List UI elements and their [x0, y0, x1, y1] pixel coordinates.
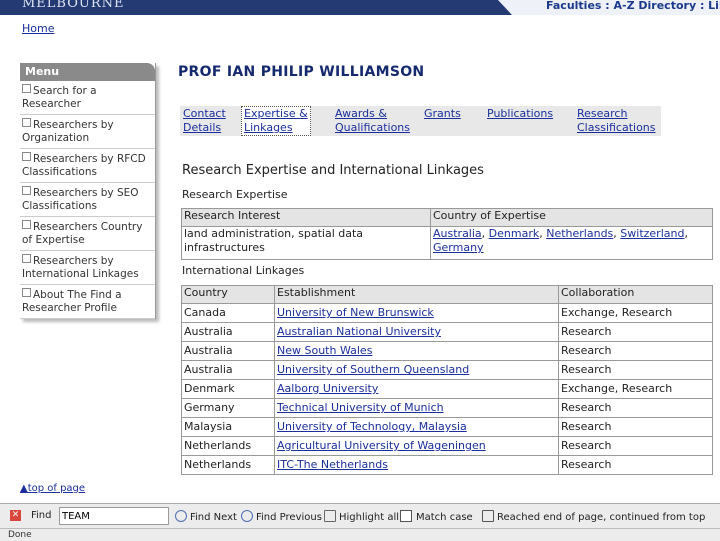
country-link[interactable]: Germany	[433, 241, 484, 254]
menu-item-organization[interactable]: Researchers by Organization	[20, 115, 155, 149]
establishment-link[interactable]: Aalborg University	[277, 382, 378, 395]
menu-item-rfcd[interactable]: Researchers by RFCD Classifications	[20, 149, 155, 183]
linkages-table: Country Establishment Collaboration Cana…	[181, 285, 713, 475]
checkbox-icon	[22, 84, 31, 93]
expertise-heading: Research Expertise	[182, 188, 288, 201]
tab-publications[interactable]: Publications	[487, 107, 553, 121]
country-link[interactable]: Australia	[433, 227, 482, 240]
checkbox-icon	[22, 288, 31, 297]
column-header: Collaboration	[558, 285, 713, 304]
highlight-all-button[interactable]: Highlight all	[324, 510, 399, 523]
highlight-icon	[324, 510, 336, 522]
research-interest-cell: land administration, spatial data infras…	[181, 226, 431, 260]
menu-item-country[interactable]: Researchers Country of Expertise	[20, 217, 155, 251]
menu-item-linkages[interactable]: Researchers by International Linkages	[20, 251, 155, 285]
checkbox-icon	[22, 152, 31, 161]
table-row: Malaysia University of Technology, Malays…	[181, 417, 713, 437]
find-input[interactable]	[59, 507, 169, 525]
expertise-table: Research Interest Country of Expertise l…	[181, 208, 713, 260]
table-row: Australia New South Wales Research	[181, 341, 713, 361]
table-row: Denmark Aalborg University Exchange, Resea…	[181, 379, 713, 399]
table-row: land administration, spatial data infras…	[181, 226, 713, 260]
country-link[interactable]: Switzerland	[620, 227, 684, 240]
country-link[interactable]: Denmark	[489, 227, 540, 240]
university-logo: MELBOURNE	[22, 0, 125, 11]
establishment-link[interactable]: ITC-The Netherlands	[277, 458, 388, 471]
find-previous-button[interactable]: Find Previous	[241, 510, 322, 523]
site-header: MELBOURNE Faculties : A-Z Directory : Li…	[0, 0, 720, 15]
establishment-link[interactable]: Agricultural University of Wageningen	[277, 439, 486, 452]
checkbox-icon	[22, 254, 31, 263]
country-cell: Australia, Denmark, Netherlands, Switzer…	[430, 226, 713, 260]
checkbox-icon	[400, 510, 412, 522]
status-bar: Done	[0, 528, 720, 541]
tab-expertise[interactable]: Expertise & Linkages	[241, 106, 311, 136]
checkbox-icon	[22, 220, 31, 229]
establishment-link[interactable]: University of New Brunswick	[277, 306, 434, 319]
header-nav-links[interactable]: Faculties : A-Z Directory : Lib	[546, 0, 720, 12]
page-title: PROF IAN PHILIP WILLIAMSON	[178, 64, 425, 80]
menu-item-about[interactable]: About The Find a Researcher Profile	[20, 285, 155, 319]
table-row: Netherlands ITC-The Netherlands Research	[181, 455, 713, 475]
arrow-up-icon	[241, 510, 253, 522]
establishment-link[interactable]: New South Wales	[277, 344, 372, 357]
profile-tabs: Contact Details Expertise & Linkages Award…	[180, 106, 661, 136]
tab-grants[interactable]: Grants	[424, 107, 461, 121]
establishment-link[interactable]: Australian National University	[277, 325, 441, 338]
find-next-button[interactable]: Find Next	[175, 510, 237, 523]
close-icon[interactable]: ✕	[10, 510, 21, 521]
table-row: Germany Technical University of Munich Res…	[181, 398, 713, 418]
arrow-down-icon	[175, 510, 187, 522]
checkbox-icon	[22, 186, 31, 195]
table-row: Netherlands Agricultural University of Wa…	[181, 436, 713, 456]
match-case-checkbox[interactable]: Match case	[400, 510, 473, 523]
establishment-link[interactable]: Technical University of Munich	[277, 401, 444, 414]
wrap-icon	[482, 510, 494, 522]
column-header: Research Interest	[181, 208, 431, 227]
section-title: Research Expertise and International Lin…	[182, 163, 484, 178]
country-link[interactable]: Netherlands	[546, 227, 613, 240]
table-row: Canada University of New Brunswick Exchang…	[181, 303, 713, 323]
tab-awards[interactable]: Awards & Qualifications	[335, 107, 410, 135]
checkbox-icon	[22, 118, 31, 127]
establishment-link[interactable]: University of Technology, Malaysia	[277, 420, 467, 433]
establishment-link[interactable]: University of Southern Queensland	[277, 363, 469, 376]
find-status: Reached end of page, continued from top	[482, 510, 705, 523]
top-of-page-link[interactable]: ▲top of page	[20, 483, 85, 494]
column-header: Country of Expertise	[430, 208, 713, 227]
tab-research-classifications[interactable]: Research Classifications	[577, 107, 656, 135]
column-header: Country	[181, 285, 275, 304]
find-bar: ✕ Find Find Next Find Previous Highlight…	[0, 503, 720, 528]
table-row: Australia University of Southern Queensla…	[181, 360, 713, 380]
find-label: Find	[31, 510, 52, 521]
table-row: Australia Australian National University R…	[181, 322, 713, 342]
column-header: Establishment	[274, 285, 559, 304]
header-nav: Faculties : A-Z Directory : Lib	[498, 0, 720, 15]
linkages-heading: International Linkages	[182, 264, 305, 277]
home-link[interactable]: Home	[22, 22, 54, 35]
tab-contact[interactable]: Contact Details	[183, 107, 226, 135]
side-menu: Menu Search for a Researcher Researchers…	[20, 63, 156, 319]
menu-item-seo[interactable]: Researchers by SEO Classifications	[20, 183, 155, 217]
menu-title: Menu	[20, 63, 155, 81]
menu-item-search[interactable]: Search for a Researcher	[20, 81, 155, 115]
